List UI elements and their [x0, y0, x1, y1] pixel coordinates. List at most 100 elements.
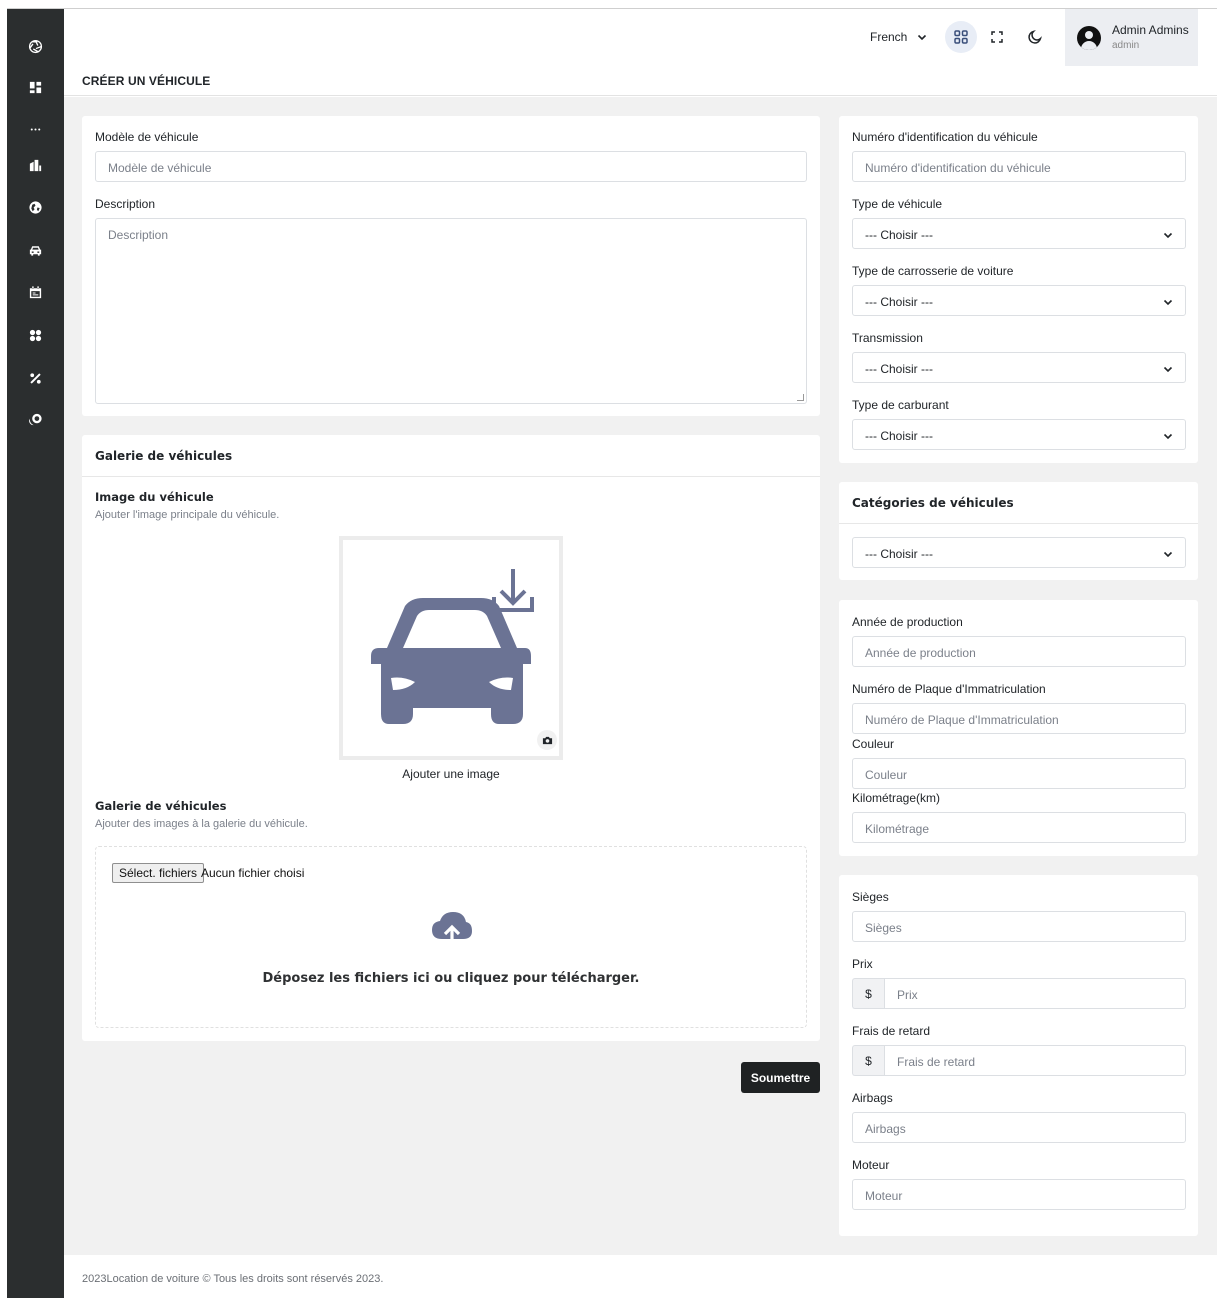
gallery-card-header: Galerie de véhicules — [82, 435, 820, 477]
dropzone-text: Déposez les fichiers ici ou cliquez pour… — [262, 971, 640, 986]
plate-input[interactable]: Numéro de Plaque d'Immatriculation — [852, 703, 1186, 734]
mileage-input[interactable]: Kilométrage — [852, 812, 1186, 843]
page-title-bar: CRÉER UN VÉHICULE — [64, 66, 1217, 96]
chevron-down-icon — [1163, 232, 1173, 239]
resize-handle[interactable] — [797, 394, 804, 401]
select-files-button[interactable]: Sélect. fichiers — [112, 863, 205, 883]
grid-icon — [954, 30, 968, 44]
vin-input[interactable]: Numéro d'identification du véhicule — [852, 151, 1186, 182]
body-type-value: --- Choisir --- — [865, 295, 933, 309]
seats-input[interactable]: Sièges — [852, 911, 1186, 942]
body-type-label: Type de carrosserie de voiture — [852, 264, 1014, 278]
mileage-label: Kilométrage(km) — [852, 791, 941, 805]
vehicle-type-value: --- Choisir --- — [865, 228, 933, 242]
footer: 2023Location de voiture © Tous les droit… — [64, 1255, 1217, 1298]
vin-label: Numéro d'identification du véhicule — [852, 130, 1038, 144]
vehicle-type-label: Type de véhicule — [852, 197, 943, 211]
price-input[interactable]: Prix — [884, 978, 1186, 1009]
language-label: French — [870, 30, 908, 44]
year-input[interactable]: Année de production — [852, 636, 1186, 667]
more-icon[interactable] — [7, 117, 64, 141]
footer-copyright: 2023Location de voiture © Tous les droit… — [82, 1273, 384, 1285]
late-fee-input-group: $ Frais de retard — [852, 1045, 1186, 1076]
description-textarea[interactable]: Description — [95, 218, 807, 404]
details-card: Année de production Année de production … — [839, 600, 1198, 856]
gallery-subtitle: Ajouter des images à la galerie du véhic… — [95, 818, 308, 830]
sidebar — [7, 9, 64, 1298]
price-currency: $ — [852, 978, 884, 1009]
description-label: Description — [95, 197, 156, 211]
year-label: Année de production — [852, 615, 963, 629]
gallery-card: Galerie de véhicules Image du véhicule A… — [82, 435, 820, 1041]
user-role: admin — [1112, 40, 1140, 51]
late-fee-currency: $ — [852, 1045, 884, 1076]
price-label: Prix — [852, 957, 873, 971]
transmission-value: --- Choisir --- — [865, 362, 933, 376]
moon-icon — [1028, 30, 1042, 44]
apps-icon[interactable] — [7, 323, 64, 347]
categories-card-header: Catégories de véhicules — [839, 482, 1198, 524]
page-title: CRÉER UN VÉHICULE — [82, 74, 211, 88]
main-image-uploader[interactable] — [339, 536, 563, 760]
category-value: --- Choisir --- — [865, 547, 933, 561]
chevron-down-icon — [1163, 299, 1173, 306]
calendar-icon[interactable] — [7, 280, 64, 304]
coins-icon[interactable] — [7, 407, 64, 431]
image-title: Image du véhicule — [95, 490, 214, 504]
dark-mode-button[interactable] — [1019, 21, 1051, 53]
specs-card: Numéro d'identification du véhicule Numé… — [839, 116, 1198, 463]
engine-input[interactable]: Moteur — [852, 1179, 1186, 1210]
plate-label: Numéro de Plaque d'Immatriculation — [852, 682, 1046, 696]
aperture-icon[interactable] — [7, 34, 64, 58]
fullscreen-button[interactable] — [981, 21, 1013, 53]
categories-title: Catégories de véhicules — [852, 496, 1014, 510]
vehicle-type-select[interactable]: --- Choisir --- — [852, 218, 1186, 249]
color-input[interactable]: Couleur — [852, 758, 1186, 789]
image-subtitle: Ajouter l'image principale du véhicule. — [95, 509, 280, 521]
gallery-card-title: Galerie de véhicules — [95, 449, 233, 463]
body-type-select[interactable]: --- Choisir --- — [852, 285, 1186, 316]
airbags-label: Airbags — [852, 1091, 893, 1105]
camera-icon — [542, 736, 552, 744]
airbags-input[interactable]: Airbags — [852, 1112, 1186, 1143]
gallery-dropzone[interactable]: Sélect. fichiers Aucun fichier choisi Dé… — [95, 846, 807, 1028]
user-menu[interactable]: Admin Admins admin — [1065, 9, 1198, 66]
categories-card: Catégories de véhicules --- Choisir --- — [839, 482, 1198, 580]
language-selector[interactable]: French — [870, 30, 927, 44]
car-download-illustration — [371, 569, 534, 724]
chevron-down-icon — [1163, 433, 1173, 440]
seats-label: Sièges — [852, 890, 889, 904]
fuel-type-select[interactable]: --- Choisir --- — [852, 419, 1186, 450]
fullscreen-icon — [991, 31, 1003, 43]
engine-label: Moteur — [852, 1158, 890, 1172]
fuel-type-label: Type de carburant — [852, 398, 949, 412]
transmission-label: Transmission — [852, 331, 923, 345]
chevron-down-icon — [1163, 366, 1173, 373]
building-icon[interactable] — [7, 153, 64, 177]
category-select[interactable]: --- Choisir --- — [852, 537, 1186, 568]
transmission-select[interactable]: --- Choisir --- — [852, 352, 1186, 383]
globe-icon[interactable] — [7, 195, 64, 219]
camera-button[interactable] — [537, 730, 557, 750]
chevron-down-icon — [1163, 551, 1173, 558]
top-header: French Admin Admins admin — [64, 9, 1217, 66]
extras-card: Sièges Sièges Prix $ Prix Frais de retar… — [839, 875, 1198, 1236]
add-image-label: Ajouter une image — [402, 767, 500, 781]
model-card: Modèle de véhicule Modèle de véhicule De… — [82, 116, 820, 416]
apps-grid-button[interactable] — [945, 21, 977, 53]
no-file-label: Aucun fichier choisi — [201, 866, 305, 880]
fuel-type-value: --- Choisir --- — [865, 429, 933, 443]
submit-button[interactable]: Soumettre — [741, 1062, 820, 1093]
car-icon[interactable] — [7, 238, 64, 262]
model-label: Modèle de véhicule — [95, 130, 199, 144]
gallery-title: Galerie de véhicules — [95, 799, 227, 813]
model-input[interactable]: Modèle de véhicule — [95, 151, 807, 182]
late-fee-input[interactable]: Frais de retard — [884, 1045, 1186, 1076]
price-input-group: $ Prix — [852, 978, 1186, 1009]
color-label: Couleur — [852, 737, 895, 751]
main-content: Modèle de véhicule Modèle de véhicule De… — [64, 97, 1217, 1255]
chevron-down-icon — [918, 34, 927, 41]
late-fee-label: Frais de retard — [852, 1024, 931, 1038]
percent-icon[interactable] — [7, 366, 64, 390]
dashboard-icon[interactable] — [7, 75, 64, 99]
